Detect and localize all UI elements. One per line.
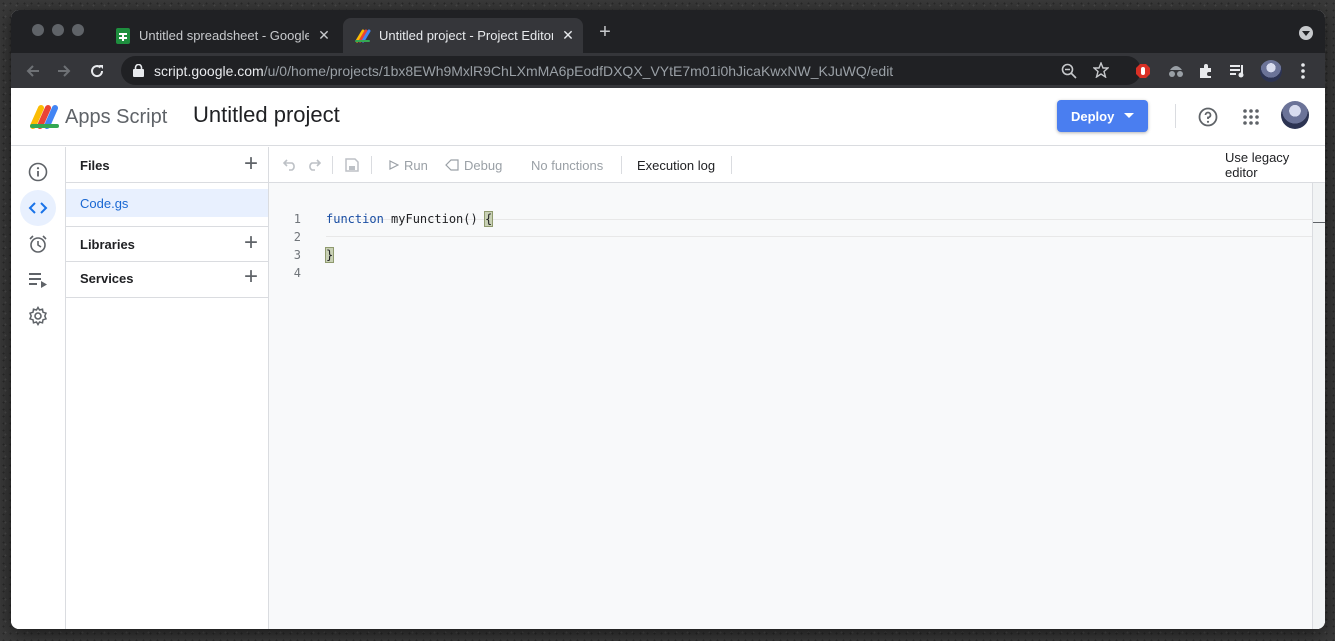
left-rail	[11, 147, 66, 629]
libraries-section-header: Libraries +	[66, 226, 268, 262]
google-apps-grid-icon[interactable]	[1239, 105, 1263, 129]
minimize-window-button[interactable]	[52, 24, 64, 36]
reload-icon[interactable]	[86, 60, 108, 82]
overview-info-icon[interactable]	[20, 154, 56, 190]
line-text: }	[324, 246, 335, 264]
code-token: myFunction()	[383, 212, 485, 226]
maximize-window-button[interactable]	[72, 24, 84, 36]
code-line: 3 }	[269, 246, 1312, 264]
files-panel: Files + Code.gs Libraries + Services +	[66, 147, 269, 629]
app-header: Apps Script Untitled project Deploy	[11, 88, 1325, 146]
address-bar[interactable]: script.google.com/u/0/home/projects/1bx8…	[121, 56, 1141, 85]
deploy-button[interactable]: Deploy	[1057, 100, 1148, 132]
tab-spreadsheet[interactable]: Untitled spreadsheet - Google Sheets ✕	[103, 18, 339, 53]
account-avatar[interactable]	[1281, 101, 1309, 129]
chrome-menu-icon[interactable]	[1292, 60, 1314, 82]
toolbar-divider	[332, 156, 333, 174]
browser-window: Untitled spreadsheet - Google Sheets ✕ U…	[11, 10, 1325, 629]
executions-list-icon[interactable]	[20, 262, 56, 298]
settings-gear-icon[interactable]	[20, 298, 56, 334]
matching-brace: }	[324, 247, 335, 263]
bookmark-star-icon[interactable]	[1092, 61, 1110, 83]
line-number: 2	[293, 230, 301, 244]
deploy-label: Deploy	[1071, 108, 1115, 124]
product-name: Apps Script	[65, 106, 168, 128]
triggers-alarm-icon[interactable]	[20, 226, 56, 262]
browser-toolbar: script.google.com/u/0/home/projects/1bx8…	[11, 53, 1325, 88]
tab-search-icon[interactable]	[1299, 26, 1313, 40]
toolbar-divider	[621, 156, 622, 174]
editor-scrollbar[interactable]	[1312, 183, 1325, 629]
tab-title: Untitled project - Project Editor - Apps…	[379, 28, 553, 43]
matching-brace: {	[483, 211, 494, 227]
scrollbar-cursor-marker	[1313, 222, 1325, 223]
debug-icon	[445, 159, 459, 171]
execution-log-button[interactable]: Execution log	[637, 147, 715, 183]
zoom-icon[interactable]	[1061, 63, 1077, 84]
sheets-icon	[115, 27, 131, 44]
undo-icon[interactable]	[283, 147, 297, 183]
reading-list-icon[interactable]	[1227, 60, 1249, 82]
tab-title: Untitled spreadsheet - Google Sheets	[139, 28, 309, 43]
header-divider	[1175, 104, 1176, 128]
apps-script-app: Apps Script Untitled project Deploy File…	[11, 88, 1325, 629]
services-heading: Services	[80, 271, 134, 286]
run-label: Run	[404, 157, 428, 173]
toolbar-divider	[371, 156, 372, 174]
back-icon[interactable]	[22, 60, 44, 82]
libraries-heading: Libraries	[80, 237, 135, 252]
save-icon[interactable]	[345, 147, 359, 183]
code-line: 1 function myFunction() {	[269, 210, 1312, 228]
url-path: /u/0/home/projects/1bx8EWh9MxlR9ChLXmMA6…	[263, 63, 894, 79]
extensions-puzzle-icon[interactable]	[1195, 60, 1217, 82]
dropdown-caret-icon	[1124, 113, 1134, 118]
close-window-button[interactable]	[32, 24, 44, 36]
editor-code-icon[interactable]	[20, 190, 56, 226]
new-tab-button[interactable]: +	[594, 22, 616, 44]
url-text: script.google.com/u/0/home/projects/1bx8…	[154, 63, 893, 79]
services-section-header: Services +	[66, 262, 268, 298]
url-host: script.google.com	[154, 63, 264, 79]
add-library-icon[interactable]: +	[242, 231, 260, 255]
line-number: 3	[293, 248, 301, 262]
close-tab-icon[interactable]: ✕	[315, 27, 333, 44]
profile-avatar-icon[interactable]	[1260, 60, 1282, 82]
code-editor[interactable]: 1 function myFunction() { 2 3 } 4	[269, 183, 1312, 629]
function-select[interactable]: No functions	[531, 147, 603, 183]
file-item-code-gs[interactable]: Code.gs	[66, 189, 268, 217]
code-line: 4	[269, 264, 1312, 282]
tab-strip: Untitled spreadsheet - Google Sheets ✕ U…	[11, 10, 1325, 53]
redo-icon[interactable]	[307, 147, 321, 183]
tab-project-editor[interactable]: Untitled project - Project Editor - Apps…	[343, 18, 583, 53]
adblock-extension-icon[interactable]	[1132, 60, 1154, 82]
keyword-token: function	[326, 212, 384, 226]
apps-script-icon	[355, 28, 371, 44]
line-text: function myFunction() {	[326, 210, 494, 228]
toolbar-divider	[731, 156, 732, 174]
editor-toolbar: Run Debug No functions Execution log Use…	[269, 147, 1325, 183]
apps-script-logo	[30, 105, 59, 129]
help-icon[interactable]	[1196, 105, 1220, 129]
line-number: 4	[293, 266, 301, 280]
forward-icon[interactable]	[53, 60, 75, 82]
use-legacy-editor-button[interactable]: Use legacy editor	[1225, 147, 1325, 183]
code-line: 2	[269, 228, 1312, 246]
debug-label: Debug	[464, 157, 503, 173]
debug-button[interactable]: Debug	[445, 147, 502, 183]
close-tab-icon[interactable]: ✕	[559, 27, 577, 44]
project-title[interactable]: Untitled project	[193, 102, 340, 128]
files-section-header: Files +	[66, 147, 268, 183]
files-heading: Files	[80, 158, 110, 173]
line-number: 1	[293, 212, 301, 226]
incognito-extension-icon[interactable]	[1165, 60, 1187, 82]
file-name: Code.gs	[80, 196, 129, 211]
add-file-icon[interactable]: +	[242, 152, 260, 176]
play-icon	[389, 160, 399, 170]
lock-icon	[133, 63, 144, 82]
add-service-icon[interactable]: +	[242, 265, 260, 289]
run-button[interactable]: Run	[389, 147, 428, 183]
